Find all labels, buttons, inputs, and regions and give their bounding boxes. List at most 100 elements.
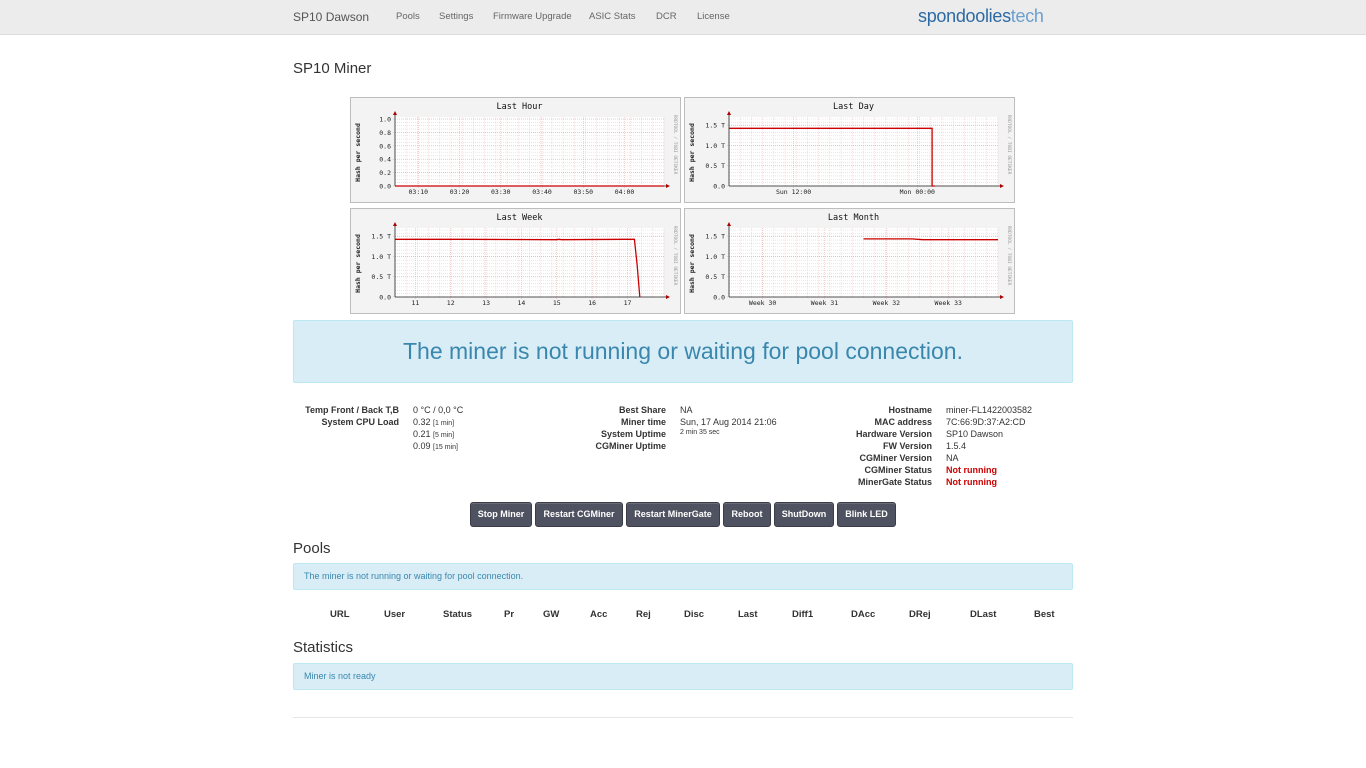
restart-cgminer-button[interactable]: Restart CGMiner bbox=[535, 502, 623, 527]
chart-title: Last Week bbox=[496, 213, 542, 223]
page-title: SP10 Miner bbox=[293, 60, 372, 77]
y-tick-label: 0.2 bbox=[379, 169, 391, 177]
x-tick-label: 14 bbox=[518, 299, 526, 307]
x-tick-label: Week 33 bbox=[935, 299, 962, 307]
hardware-version-label: Hardware Version bbox=[855, 429, 932, 439]
y-axis-label: Hash per second bbox=[354, 234, 362, 293]
y-axis-arrow bbox=[727, 222, 731, 226]
system-uptime-label: System Uptime bbox=[600, 429, 666, 439]
hashrate-charts: 1.0 0.8 0.6 0.4 0.2 0.0 03:10 03:20 03:30 03:40 03… bbox=[350, 97, 1015, 314]
x-tick-label: 13 bbox=[482, 299, 490, 307]
col-user[interactable]: User bbox=[384, 609, 405, 620]
y-tick-label: 0.6 bbox=[379, 142, 391, 150]
rrdtool-label: RRDTOOL / TOBI OETIKER bbox=[672, 226, 678, 286]
y-tick-label: 1.5 T bbox=[705, 122, 725, 130]
y-tick-label: 0.5 T bbox=[371, 273, 391, 281]
col-gw[interactable]: GW bbox=[543, 609, 559, 620]
navbar: SP10 Dawson Pools Settings Firmware Upgr… bbox=[0, 0, 1366, 35]
y-axis-arrow bbox=[393, 222, 397, 226]
info-column-miner: Best Share NA Miner time Sun, 17 Aug 201… bbox=[560, 405, 820, 453]
restart-minergate-button[interactable]: Restart MinerGate bbox=[626, 502, 720, 527]
statistics-alert: Miner is not ready bbox=[293, 663, 1073, 690]
mac-address-value: 7C:66:9D:37:A2:CD bbox=[946, 417, 1026, 427]
info-column-device: Hostname miner-FL1422003582 MAC address … bbox=[826, 405, 1066, 489]
x-tick-label: Week 32 bbox=[873, 299, 900, 307]
best-share-label: Best Share bbox=[618, 405, 666, 415]
miner-time-label: Miner time bbox=[620, 417, 666, 427]
x-axis-arrow bbox=[1000, 295, 1004, 299]
miner-status-alert: The miner is not running or waiting for … bbox=[293, 320, 1073, 383]
footer-divider bbox=[293, 717, 1073, 718]
col-status[interactable]: Status bbox=[443, 609, 472, 620]
chart-last-day: 1.5 T 1.0 T 0.5 T 0.0 Sun 12:00 Mon 00:00 Last… bbox=[684, 97, 1015, 203]
y-tick-label: 1.0 T bbox=[371, 253, 391, 261]
hostname-value: miner-FL1422003582 bbox=[946, 405, 1033, 415]
nav-asic-stats[interactable]: ASIC Stats bbox=[589, 11, 635, 22]
cgminer-status-value: Not running bbox=[946, 465, 997, 475]
rrdtool-label: RRDTOOL / TOBI OETIKER bbox=[1006, 226, 1012, 286]
x-tick-label: 03:40 bbox=[532, 188, 552, 196]
y-tick-label: 0.4 bbox=[379, 156, 391, 164]
col-disc[interactable]: Disc bbox=[684, 609, 704, 620]
nav-pools[interactable]: Pools bbox=[396, 11, 420, 22]
col-pr[interactable]: Pr bbox=[504, 609, 514, 620]
best-share-value: NA bbox=[680, 405, 693, 415]
col-drej[interactable]: DRej bbox=[909, 609, 931, 620]
nav-dcr[interactable]: DCR bbox=[656, 11, 677, 22]
nav-firmware-upgrade[interactable]: Firmware Upgrade bbox=[493, 11, 572, 22]
col-dlast[interactable]: DLast bbox=[970, 609, 996, 620]
col-dacc[interactable]: DAcc bbox=[851, 609, 875, 620]
chart-last-week: 1.5 T 1.0 T 0.5 T 0.0 11 12 13 14 15 16 17 Last Wee… bbox=[350, 208, 681, 314]
y-tick-label: 0.8 bbox=[379, 129, 391, 137]
brand-link[interactable]: SP10 Dawson bbox=[293, 10, 369, 24]
y-tick-label: 0.0 bbox=[379, 294, 391, 302]
x-tick-label: 15 bbox=[553, 299, 561, 307]
col-url[interactable]: URL bbox=[330, 609, 350, 620]
nav-settings[interactable]: Settings bbox=[439, 11, 473, 22]
cgminer-version-label: CGMiner Version bbox=[859, 453, 932, 463]
x-tick-label: Week 31 bbox=[811, 299, 838, 307]
col-acc[interactable]: Acc bbox=[590, 609, 607, 620]
y-axis-arrow bbox=[393, 111, 397, 115]
x-axis-arrow bbox=[1000, 184, 1004, 188]
x-axis-arrow bbox=[666, 295, 670, 299]
y-axis-label: Hash per second bbox=[688, 123, 696, 182]
y-tick-label: 1.5 T bbox=[705, 233, 725, 241]
minergate-status-value: Not running bbox=[946, 477, 997, 487]
pools-title: Pools bbox=[293, 540, 331, 557]
y-axis-label: Hash per second bbox=[688, 234, 696, 293]
system-uptime-value: 2 min 35 sec bbox=[680, 429, 720, 436]
col-best[interactable]: Best bbox=[1034, 609, 1055, 620]
x-axis-arrow bbox=[666, 184, 670, 188]
x-tick-label: 16 bbox=[588, 299, 596, 307]
x-tick-label: 17 bbox=[624, 299, 632, 307]
reboot-button[interactable]: Reboot bbox=[723, 502, 771, 527]
y-tick-label: 0.5 T bbox=[705, 162, 725, 170]
cpu-load-1min: 0.32 [1 min] bbox=[413, 417, 455, 427]
y-tick-label: 1.5 T bbox=[371, 233, 391, 241]
y-axis-arrow bbox=[727, 111, 731, 115]
chart-last-month: 1.5 T 1.0 T 0.5 T 0.0 Week 30 Week 31 Week 32 W… bbox=[684, 208, 1015, 314]
rrdtool-label: RRDTOOL / TOBI OETIKER bbox=[1006, 115, 1012, 175]
rrdtool-label: RRDTOOL / TOBI OETIKER bbox=[672, 115, 678, 175]
miner-time-value: Sun, 17 Aug 2014 21:06 bbox=[680, 417, 777, 427]
y-tick-label: 0.0 bbox=[713, 294, 725, 302]
cgminer-uptime-label: CGMiner Uptime bbox=[595, 441, 666, 451]
y-axis-label: Hash per second bbox=[354, 123, 362, 182]
x-tick-label: Sun 12:00 bbox=[776, 188, 811, 196]
col-rej[interactable]: Rej bbox=[636, 609, 651, 620]
hostname-label: Hostname bbox=[888, 405, 932, 415]
spondoolies-logo: spondooliestech bbox=[918, 6, 1044, 26]
col-diff1[interactable]: Diff1 bbox=[792, 609, 813, 620]
nav-license[interactable]: License bbox=[697, 11, 730, 22]
stop-miner-button[interactable]: Stop Miner bbox=[470, 502, 532, 527]
x-tick-label: 12 bbox=[447, 299, 455, 307]
shutdown-button[interactable]: ShutDown bbox=[774, 502, 834, 527]
col-last[interactable]: Last bbox=[738, 609, 758, 620]
x-tick-label: 03:50 bbox=[574, 188, 594, 196]
fw-version-value: 1.5.4 bbox=[946, 441, 967, 451]
y-tick-label: 0.0 bbox=[379, 183, 391, 191]
blink-led-button[interactable]: Blink LED bbox=[837, 502, 896, 527]
y-tick-label: 1.0 T bbox=[705, 253, 725, 261]
y-tick-label: 0.5 T bbox=[705, 273, 725, 281]
